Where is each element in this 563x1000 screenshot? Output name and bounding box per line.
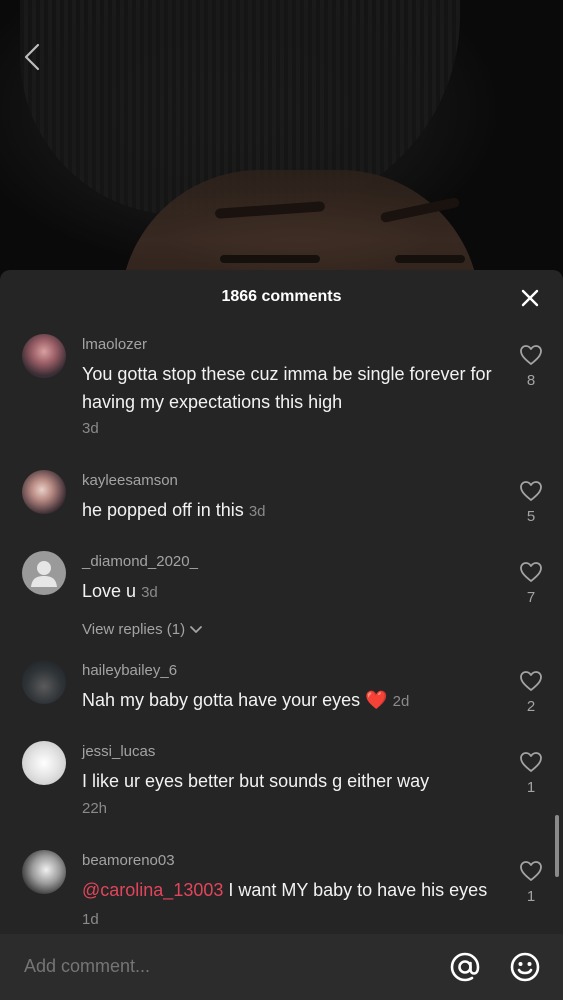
view-replies-label: View replies (1) <box>82 621 186 638</box>
heart-outline-icon <box>520 861 542 881</box>
avatar[interactable] <box>22 741 66 785</box>
comment-text: he popped off in this <box>82 500 244 520</box>
like-button[interactable]: 1 <box>517 751 545 796</box>
like-button[interactable]: 2 <box>517 670 545 715</box>
avatar[interactable] <box>22 551 66 595</box>
comment-username[interactable]: _diamond_2020_ <box>82 553 198 570</box>
heart-outline-icon <box>520 481 542 501</box>
comment-username[interactable]: beamoreno03 <box>82 852 175 869</box>
heart-outline-icon <box>520 752 542 772</box>
comment-time: 22h <box>82 800 108 817</box>
comment-text-row: @carolina_13003 I want MY baby to have h… <box>82 876 492 934</box>
avatar[interactable] <box>22 660 66 704</box>
like-count: 8 <box>526 372 536 389</box>
add-comment-input[interactable] <box>24 956 404 977</box>
like-button[interactable]: 8 <box>517 344 545 389</box>
avatar[interactable] <box>22 850 66 894</box>
close-button[interactable] <box>519 287 541 309</box>
scrollbar[interactable] <box>555 815 559 877</box>
like-count: 1 <box>526 779 536 796</box>
chevron-down-icon <box>190 625 203 633</box>
comment-text-row: Love u 3d <box>82 577 492 607</box>
comment-input-bar <box>0 934 563 1000</box>
avatar[interactable] <box>22 334 66 378</box>
comment-username[interactable]: jessi_lucas <box>82 743 155 760</box>
comment-text: You gotta stop these cuz imma be single … <box>82 364 492 412</box>
comment-time: 3d <box>248 503 266 520</box>
comment-time: 3d <box>141 584 158 601</box>
comment-username[interactable]: haileybailey_6 <box>82 662 177 679</box>
comment-text: I like ur eyes better but sounds g eithe… <box>82 771 430 791</box>
mention-button[interactable] <box>449 951 481 983</box>
comment-time: 3d <box>82 420 99 437</box>
video-background <box>0 0 563 310</box>
like-count: 5 <box>526 508 536 525</box>
like-count: 1 <box>526 888 536 905</box>
comment-text-row: he popped off in this 3d <box>82 496 492 526</box>
comment-mention[interactable]: @carolina_13003 <box>82 880 223 900</box>
emoji-icon <box>510 952 540 982</box>
comments-count-title: 1866 comments <box>221 288 342 305</box>
comment-time: 1d <box>82 911 99 928</box>
heart-emoji: ❤️ <box>365 690 388 710</box>
close-icon <box>521 289 539 307</box>
like-count: 7 <box>526 589 536 606</box>
comment-text: Love u <box>82 581 137 601</box>
emoji-button[interactable] <box>509 951 541 983</box>
like-button[interactable]: 7 <box>517 561 545 606</box>
comment-username[interactable]: kayleesamson <box>82 472 178 489</box>
default-avatar-icon <box>31 561 57 587</box>
back-arrow-icon <box>24 43 40 71</box>
like-button[interactable]: 1 <box>517 860 545 905</box>
comments-header: 1866 comments <box>0 270 563 324</box>
comment-text: Nah my baby gotta have your eyes <box>82 690 361 710</box>
comment-text: I want MY baby to have his eyes <box>223 880 488 900</box>
view-replies-button[interactable]: View replies (1) <box>82 621 203 638</box>
heart-outline-icon <box>520 562 542 582</box>
comment-username[interactable]: lmaolozer <box>82 336 147 353</box>
heart-outline-icon <box>520 345 542 365</box>
at-icon <box>450 952 480 982</box>
like-button[interactable]: 5 <box>517 480 545 525</box>
like-count: 2 <box>526 698 536 715</box>
comments-sheet: 1866 comments lmaolozer You gotta stop t… <box>0 270 563 1000</box>
heart-outline-icon <box>520 671 542 691</box>
avatar[interactable] <box>22 470 66 514</box>
comment-time: 2d <box>392 693 410 710</box>
video-eyelid <box>395 255 465 263</box>
video-eyelid <box>220 255 320 263</box>
back-button[interactable] <box>18 40 46 74</box>
comment-text-row: Nah my baby gotta have your eyes ❤️ 2d <box>82 686 492 716</box>
